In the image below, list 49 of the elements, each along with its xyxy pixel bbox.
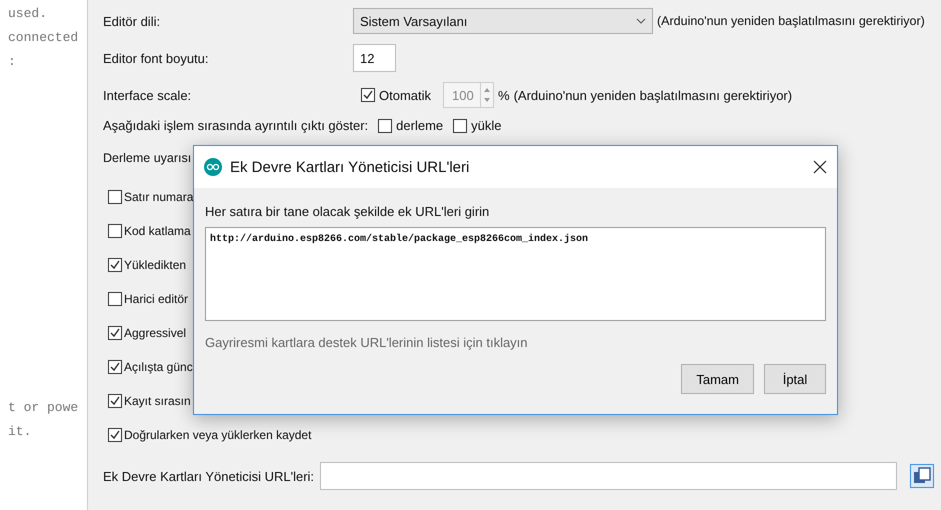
restart-note: (Arduino'nun yeniden başlatılmasını gerektiriyor) bbox=[514, 88, 792, 102]
checkbox[interactable] bbox=[378, 118, 392, 132]
unit-label: % bbox=[498, 88, 510, 102]
checkbox[interactable] bbox=[108, 360, 122, 374]
field-label: Interface scale: bbox=[103, 88, 192, 102]
checkbox[interactable] bbox=[108, 190, 122, 204]
checkbox[interactable] bbox=[108, 326, 122, 340]
checkbox-label: Satır numara bbox=[124, 190, 194, 204]
checkbox-label: Kayıt sırasın bbox=[124, 394, 191, 408]
checkbox-label: Otomatik bbox=[379, 88, 432, 102]
code-line: t or powe bbox=[8, 399, 80, 417]
dialog-title: Ek Devre Kartları Yöneticisi URL'leri bbox=[230, 158, 470, 176]
code-line: used. bbox=[8, 5, 48, 23]
checkbox-label: derleme bbox=[396, 118, 444, 133]
checkbox-label: Doğrularken veya yüklerken kaydet bbox=[124, 428, 312, 442]
field-label: Derleme uyarısı bbox=[103, 151, 192, 165]
code-line: it. bbox=[8, 423, 32, 441]
checkbox-label: Harici editör bbox=[124, 292, 188, 306]
close-icon[interactable] bbox=[813, 160, 827, 174]
language-dropdown[interactable]: Sistem Varsayılanı bbox=[353, 8, 653, 34]
checkbox-label: Kod katlama bbox=[124, 224, 191, 238]
windows-icon[interactable] bbox=[910, 464, 934, 488]
url-field[interactable] bbox=[320, 462, 898, 490]
instruction-text: Her satıra bir tane olacak şekilde ek URL'leri girin bbox=[205, 204, 490, 219]
checkbox[interactable] bbox=[108, 428, 122, 442]
logo-icon bbox=[204, 158, 222, 176]
checkbox-label: yükle bbox=[471, 118, 502, 133]
field-label: Ek Devre Kartları Yöneticisi URL'leri: bbox=[103, 468, 314, 484]
dialog-button[interactable]: Tamam bbox=[681, 364, 754, 394]
boards-list-link[interactable]: Gayriresmi kartlara destek URL'lerinin listesi için tıklayın bbox=[205, 335, 826, 350]
field-label: Aşağıdaki işlem sırasında ayrıntılı çıktı göster: bbox=[103, 118, 368, 133]
checkbox[interactable] bbox=[108, 224, 122, 238]
font-size-field[interactable]: 12 bbox=[353, 44, 396, 72]
checkbox[interactable] bbox=[108, 258, 122, 272]
field-label: Editör dili: bbox=[103, 14, 162, 28]
checkbox[interactable] bbox=[453, 118, 468, 132]
checkbox[interactable] bbox=[108, 394, 122, 408]
checkbox-label: Açılışta günc bbox=[124, 360, 193, 374]
caret-icon bbox=[636, 18, 646, 24]
checkbox[interactable] bbox=[361, 88, 375, 102]
code-line: : bbox=[8, 53, 17, 71]
checkbox-label: Yükledikten bbox=[124, 258, 186, 272]
code-line: connected bbox=[8, 29, 80, 47]
checkbox[interactable] bbox=[108, 292, 122, 306]
url-textarea[interactable]: http://arduino.esp8266.com/stable/package_esp8266com_index.json bbox=[205, 227, 826, 321]
restart-note: (Arduino'nun yeniden başlatılmasını gerektiriyor) bbox=[657, 14, 925, 28]
dialog-button[interactable]: İptal bbox=[764, 364, 826, 394]
field-label: Editor font boyutu: bbox=[103, 50, 210, 66]
checkbox-label: Aggressivel bbox=[124, 326, 186, 340]
